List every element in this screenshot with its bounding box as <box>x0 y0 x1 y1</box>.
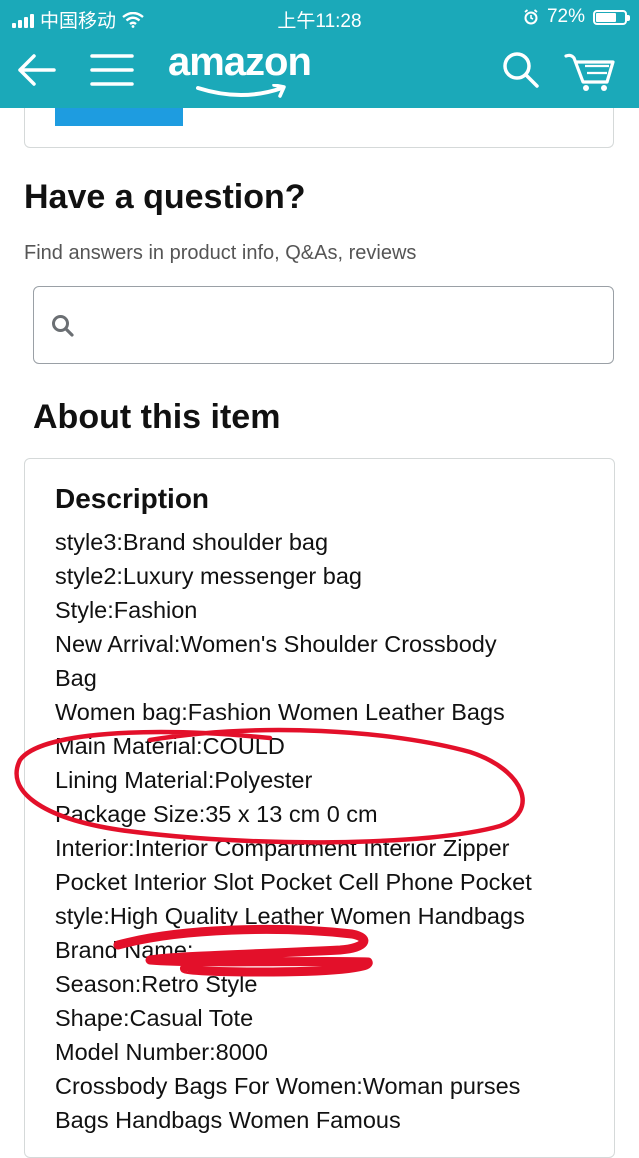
description-line: Style:Fashion <box>55 597 198 623</box>
description-line: Bag <box>55 665 97 691</box>
logo-smile-icon <box>196 84 286 98</box>
amazon-logo[interactable]: amazon <box>168 40 312 98</box>
nav-bar: amazon <box>0 36 639 108</box>
about-heading: About this item <box>33 398 281 436</box>
description-line: Season:Retro Style <box>55 971 258 997</box>
question-heading: Have a question? <box>24 178 306 216</box>
description-line: style2:Luxury messenger bag <box>55 563 362 589</box>
description-line: style3:Brand shoulder bag <box>55 529 329 555</box>
description-line: style:High Quality Leather Women Handbag… <box>55 903 525 929</box>
description-line: Shape:Casual Tote <box>55 1005 254 1031</box>
description-heading: Description <box>55 483 210 514</box>
previous-section-card <box>24 108 614 148</box>
hamburger-menu-icon[interactable] <box>90 48 134 92</box>
description-line: Bags Handbags Women Famous <box>55 1107 401 1133</box>
description-line: Crossbody Bags For Women:Woman purses <box>55 1073 521 1099</box>
battery-percent: 72% <box>546 6 585 27</box>
description-line: Lining Material:Polyester <box>55 767 313 793</box>
description-line: Pocket Interior Slot Pocket Cell Phone P… <box>55 869 532 895</box>
status-right: 72% <box>523 6 630 28</box>
description-list: style3:Brand shoulder bag style2:Luxury m… <box>55 525 595 1137</box>
app-header: 中国移动 上午11:28 72% amazon <box>0 0 639 108</box>
status-bar: 中国移动 上午11:28 72% <box>0 0 639 36</box>
cart-icon[interactable] <box>563 46 617 94</box>
description-line: Main Material:COULD <box>55 733 285 759</box>
previous-section-button[interactable] <box>55 108 183 126</box>
search-icon <box>52 315 74 337</box>
search-icon[interactable] <box>499 48 543 92</box>
description-line: Brand Name: <box>55 937 194 963</box>
description-line: Model Number:8000 <box>55 1039 268 1065</box>
question-subtitle: Find answers in product info, Q&As, revi… <box>24 242 417 264</box>
question-search-box[interactable] <box>33 286 614 364</box>
back-arrow-icon[interactable] <box>14 48 58 92</box>
alarm-icon <box>524 9 538 25</box>
description-line: Package Size:35 x 13 cm 0 cm <box>55 801 378 827</box>
description-line: New Arrival:Women's Shoulder Crossbody <box>55 631 497 657</box>
battery-icon <box>593 9 630 25</box>
question-search-input[interactable] <box>90 305 594 347</box>
description-line: Women bag:Fashion Women Leather Bags <box>55 699 505 725</box>
description-line: Interior:Interior Compartment Interior Z… <box>55 835 510 861</box>
